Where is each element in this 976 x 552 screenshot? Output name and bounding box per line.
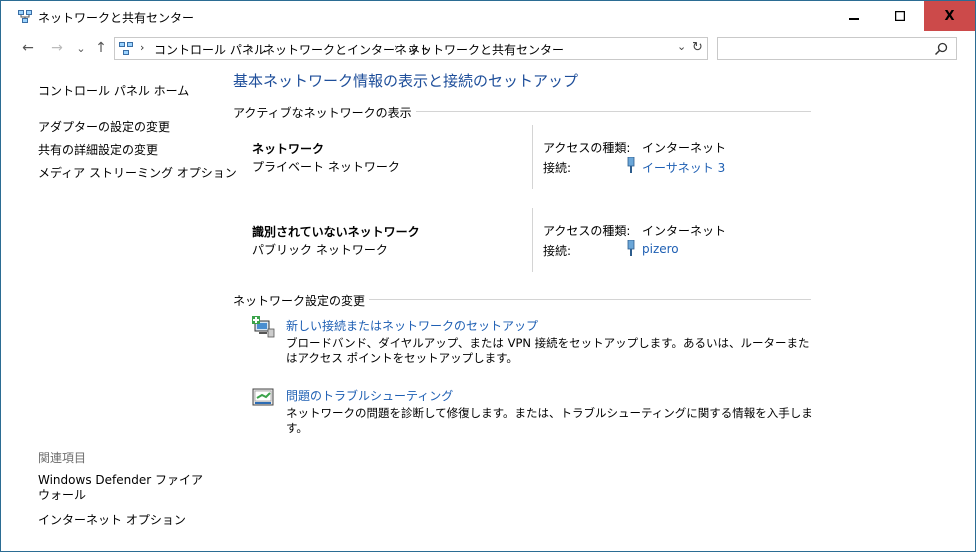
network-sharing-center-window: ネットワークと共有センター X ← → ⌄ ↑ › コントロール パネル › ネ…	[0, 0, 976, 552]
network-category-link[interactable]: パブリック ネットワーク	[252, 241, 388, 258]
active-networks-header: アクティブなネットワークの表示	[233, 104, 416, 121]
up-arrow-icon: ↑	[95, 40, 107, 56]
breadcrumb-network-sharing-center[interactable]: ネットワークと共有センター	[408, 41, 564, 58]
minimize-button[interactable]	[831, 1, 877, 31]
change-adapter-settings-link[interactable]: アダプターの設定の変更	[38, 118, 170, 135]
forward-arrow-icon: →	[51, 40, 63, 56]
forward-button[interactable]: →	[48, 39, 66, 57]
close-icon: X	[944, 8, 955, 24]
maximize-icon	[895, 11, 905, 21]
troubleshoot-problems-link[interactable]: 問題のトラブルシューティング	[286, 387, 453, 404]
control-panel-home-link[interactable]: コントロール パネル ホーム	[38, 82, 189, 99]
new-connection-setup-link[interactable]: 新しい接続またはネットワークのセットアップ	[286, 317, 538, 334]
network-name: 識別されていないネットワーク	[252, 225, 420, 239]
connection-label: 接続:	[543, 161, 572, 175]
back-arrow-icon: ←	[22, 40, 34, 56]
breadcrumb-separator-icon[interactable]: ›	[249, 41, 253, 54]
title-bar: ネットワークと共有センター X	[1, 1, 975, 32]
media-streaming-options-link[interactable]: メディア ストリーミング オプション	[38, 164, 237, 181]
breadcrumb-network-internet[interactable]: ネットワークとインターネット	[263, 41, 431, 58]
related-items-header: 関連項目	[38, 451, 87, 465]
network-center-icon	[18, 10, 32, 23]
access-type-value: インターネット	[642, 224, 727, 238]
ethernet-plug-icon	[627, 157, 635, 173]
back-button[interactable]: ←	[19, 39, 37, 57]
network-category-link[interactable]: プライベート ネットワーク	[252, 158, 400, 175]
breadcrumb-separator-icon[interactable]: ›	[394, 41, 398, 54]
chevron-down-icon: ⌄	[76, 41, 86, 55]
search-icon	[934, 42, 948, 56]
new-connection-description: ブロードバンド、ダイヤルアップ、または VPN 接続をセットアップします。あるい…	[286, 336, 810, 365]
pizero-connection-link[interactable]: pizero	[642, 242, 679, 256]
troubleshoot-description: ネットワークの問題を診断して修復します。または、トラブルシューティングに関する情…	[286, 406, 813, 435]
access-type-label: アクセスの種類:	[543, 224, 631, 238]
internet-options-link[interactable]: インターネット オプション	[38, 511, 186, 528]
ethernet-plug-icon	[627, 240, 635, 256]
advanced-sharing-settings-link[interactable]: 共有の詳細設定の変更	[38, 141, 158, 158]
navigation-bar: ← → ⌄ ↑ › コントロール パネル › ネットワークとインターネット ›	[1, 32, 975, 64]
minimize-icon	[849, 18, 859, 20]
troubleshoot-icon	[252, 388, 274, 406]
maximize-button[interactable]	[877, 1, 923, 31]
recent-locations-button[interactable]: ⌄	[72, 39, 90, 57]
access-type-value: インターネット	[642, 141, 727, 155]
address-dropdown-icon[interactable]: ⌄	[677, 40, 686, 53]
new-connection-icon	[252, 316, 275, 338]
up-button[interactable]: ↑	[92, 39, 110, 57]
ethernet-connection-link[interactable]: イーサネット 3	[642, 159, 725, 176]
network-name: ネットワーク	[252, 142, 325, 156]
access-type-label: アクセスの種類:	[543, 141, 631, 155]
control-panel-icon	[119, 42, 133, 55]
connection-label: 接続:	[543, 244, 572, 258]
search-box[interactable]	[717, 37, 957, 60]
window-title: ネットワークと共有センター	[38, 11, 195, 25]
divider	[532, 125, 533, 189]
breadcrumb-separator-icon[interactable]: ›	[140, 41, 144, 54]
change-settings-header: ネットワーク設定の変更	[233, 292, 370, 309]
divider	[532, 208, 533, 272]
refresh-icon[interactable]: ↻	[692, 40, 703, 55]
close-button[interactable]: X	[924, 1, 975, 31]
windows-firewall-link[interactable]: Windows Defender ファイアウォール	[38, 473, 208, 503]
address-bar[interactable]: › コントロール パネル › ネットワークとインターネット › ネットワークと共…	[114, 37, 708, 60]
page-title: 基本ネットワーク情報の表示と接続のセットアップ	[233, 72, 579, 90]
